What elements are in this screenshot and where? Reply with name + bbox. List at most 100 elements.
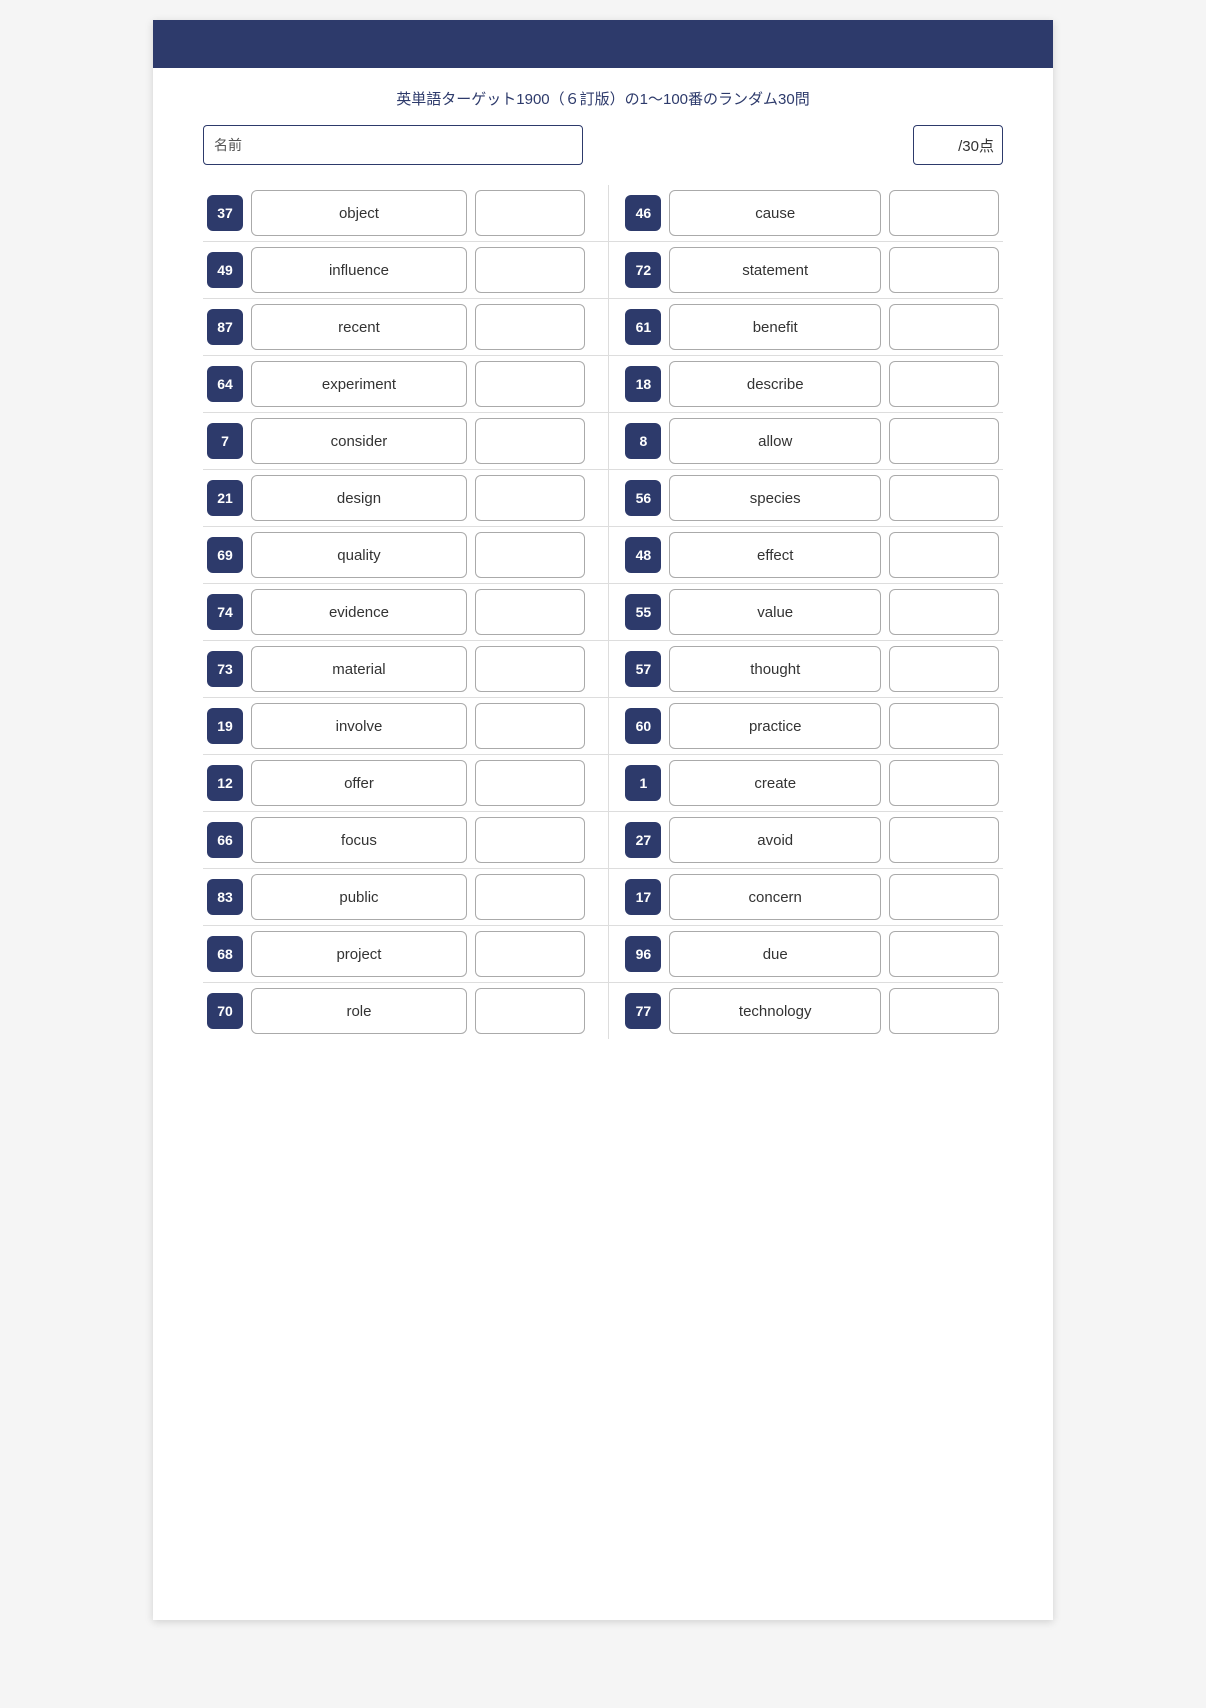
word-box-left: recent: [251, 304, 467, 350]
name-input-box[interactable]: 名前: [203, 125, 583, 165]
answer-box-left[interactable]: [475, 931, 585, 977]
num-badge-left: 87: [207, 309, 243, 345]
num-badge-left: 19: [207, 708, 243, 744]
word-box-left: role: [251, 988, 467, 1034]
word-box-right: due: [669, 931, 881, 977]
word-box-right: concern: [669, 874, 881, 920]
word-box-left: focus: [251, 817, 467, 863]
answer-box-right[interactable]: [889, 475, 999, 521]
answer-box-left[interactable]: [475, 532, 585, 578]
word-box-right: effect: [669, 532, 881, 578]
answer-box-left[interactable]: [475, 190, 585, 236]
word-box-left: design: [251, 475, 467, 521]
word-box-left: object: [251, 190, 467, 236]
answer-box-right[interactable]: [889, 646, 999, 692]
answer-box-left[interactable]: [475, 418, 585, 464]
answer-box-right[interactable]: [889, 304, 999, 350]
num-badge-right: 72: [625, 252, 661, 288]
answer-box-left[interactable]: [475, 817, 585, 863]
word-box-right: species: [669, 475, 881, 521]
num-badge-left: 70: [207, 993, 243, 1029]
num-badge-right: 56: [625, 480, 661, 516]
num-badge-right: 8: [625, 423, 661, 459]
word-box-left: quality: [251, 532, 467, 578]
answer-box-right[interactable]: [889, 817, 999, 863]
answer-box-right[interactable]: [889, 532, 999, 578]
vocab-table: 37 object 46 cause 49 influence 72: [203, 185, 1003, 1039]
word-box-left: involve: [251, 703, 467, 749]
num-badge-right: 96: [625, 936, 661, 972]
word-box-right: statement: [669, 247, 881, 293]
num-badge-left: 7: [207, 423, 243, 459]
word-box-right: cause: [669, 190, 881, 236]
answer-box-left[interactable]: [475, 589, 585, 635]
answer-box-left[interactable]: [475, 247, 585, 293]
num-badge-right: 61: [625, 309, 661, 345]
num-badge-left: 37: [207, 195, 243, 231]
score-box: /30点: [913, 125, 1003, 165]
num-badge-right: 60: [625, 708, 661, 744]
answer-box-left[interactable]: [475, 646, 585, 692]
num-badge-right: 17: [625, 879, 661, 915]
answer-box-right[interactable]: [889, 988, 999, 1034]
answer-box-left[interactable]: [475, 361, 585, 407]
word-box-right: create: [669, 760, 881, 806]
num-badge-left: 66: [207, 822, 243, 858]
name-label: 名前: [214, 135, 242, 155]
word-box-right: allow: [669, 418, 881, 464]
num-badge-right: 1: [625, 765, 661, 801]
answer-box-left[interactable]: [475, 304, 585, 350]
word-box-left: consider: [251, 418, 467, 464]
answer-box-left[interactable]: [475, 475, 585, 521]
answer-box-right[interactable]: [889, 874, 999, 920]
num-badge-left: 49: [207, 252, 243, 288]
num-badge-right: 27: [625, 822, 661, 858]
vocab-grid-wrapper: 37 object 46 cause 49 influence 72: [203, 185, 1003, 1039]
answer-box-right[interactable]: [889, 190, 999, 236]
answer-box-right[interactable]: [889, 247, 999, 293]
answer-box-left[interactable]: [475, 703, 585, 749]
num-badge-left: 64: [207, 366, 243, 402]
answer-box-right[interactable]: [889, 931, 999, 977]
num-badge-left: 83: [207, 879, 243, 915]
word-box-right: thought: [669, 646, 881, 692]
answer-box-right[interactable]: [889, 589, 999, 635]
answer-box-right[interactable]: [889, 703, 999, 749]
num-badge-right: 55: [625, 594, 661, 630]
num-badge-right: 18: [625, 366, 661, 402]
header-bar: [153, 20, 1053, 68]
answer-box-right[interactable]: [889, 760, 999, 806]
num-badge-right: 46: [625, 195, 661, 231]
num-badge-left: 74: [207, 594, 243, 630]
score-label: /30点: [958, 135, 994, 156]
num-badge-right: 77: [625, 993, 661, 1029]
subtitle: 英単語ターゲット1900（６訂版）の1〜100番のランダム30問: [153, 88, 1053, 109]
word-box-left: offer: [251, 760, 467, 806]
answer-box-left[interactable]: [475, 760, 585, 806]
num-badge-left: 68: [207, 936, 243, 972]
word-box-right: describe: [669, 361, 881, 407]
word-box-left: influence: [251, 247, 467, 293]
word-box-right: practice: [669, 703, 881, 749]
word-box-right: avoid: [669, 817, 881, 863]
answer-box-right[interactable]: [889, 418, 999, 464]
num-badge-right: 48: [625, 537, 661, 573]
num-badge-left: 73: [207, 651, 243, 687]
num-badge-right: 57: [625, 651, 661, 687]
num-badge-left: 69: [207, 537, 243, 573]
word-box-left: experiment: [251, 361, 467, 407]
word-box-left: public: [251, 874, 467, 920]
num-badge-left: 12: [207, 765, 243, 801]
word-box-left: evidence: [251, 589, 467, 635]
word-box-left: project: [251, 931, 467, 977]
word-box-right: benefit: [669, 304, 881, 350]
answer-box-left[interactable]: [475, 988, 585, 1034]
num-badge-left: 21: [207, 480, 243, 516]
name-score-row: 名前 /30点: [203, 125, 1003, 165]
word-box-left: material: [251, 646, 467, 692]
answer-box-right[interactable]: [889, 361, 999, 407]
word-box-right: value: [669, 589, 881, 635]
page: 英単語ターゲット1900（６訂版）の1〜100番のランダム30問 名前 /30点…: [153, 20, 1053, 1620]
word-box-right: technology: [669, 988, 881, 1034]
answer-box-left[interactable]: [475, 874, 585, 920]
